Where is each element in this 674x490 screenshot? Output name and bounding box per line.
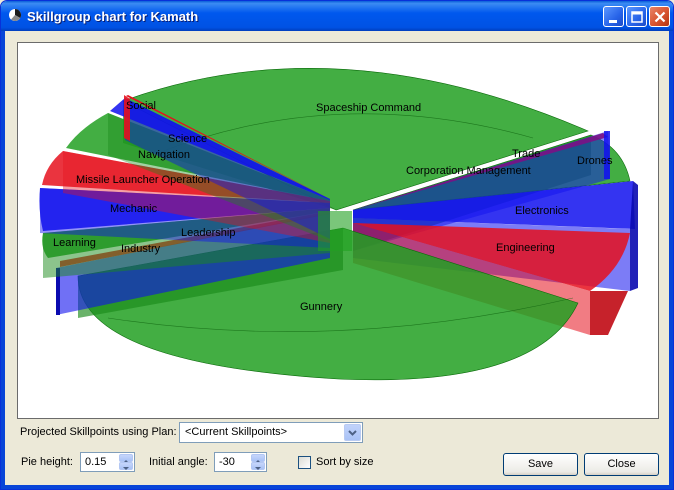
minimize-icon [609, 20, 617, 23]
pie-chart: Spaceship Command Corporation Management… [39, 68, 638, 381]
close-icon [654, 11, 666, 23]
label-missile-launcher-operation: Missile Launcher Operation [76, 174, 210, 186]
label-gunnery: Gunnery [300, 301, 343, 313]
initial-angle-down-button[interactable] [251, 462, 265, 470]
window-title: Skillgroup chart for Kamath [27, 9, 199, 24]
label-mechanic: Mechanic [110, 203, 158, 215]
label-science: Science [168, 133, 207, 145]
label-leadership: Leadership [181, 227, 235, 239]
arrow-down-icon [123, 467, 129, 470]
label-industry: Industry [121, 243, 161, 255]
arrow-down-icon [255, 467, 261, 470]
close-window-button[interactable] [649, 6, 670, 27]
sort-by-size-checkbox[interactable] [298, 456, 311, 469]
window-border-left [1, 31, 5, 489]
pie-height-down-button[interactable] [119, 462, 133, 470]
minimize-button[interactable] [603, 6, 624, 27]
label-navigation: Navigation [138, 149, 190, 161]
pie-chart-area: Spaceship Command Corporation Management… [17, 42, 659, 419]
maximize-button[interactable] [626, 6, 647, 27]
plan-dropdown-button[interactable] [344, 424, 361, 441]
label-electronics: Electronics [515, 205, 569, 217]
close-button[interactable]: Close [584, 453, 659, 476]
label-spaceship-command: Spaceship Command [316, 102, 421, 114]
plan-selected-value: <Current Skillpoints> [185, 426, 288, 438]
pie-height-up-button[interactable] [119, 454, 133, 463]
pie-height-stepper[interactable]: 0.15 [80, 452, 135, 472]
label-drones: Drones [577, 155, 613, 167]
initial-angle-value: -30 [219, 456, 235, 468]
pie-height-label: Pie height: [21, 456, 73, 468]
save-button[interactable]: Save [503, 453, 578, 476]
chevron-down-icon [348, 430, 357, 436]
label-social: Social [126, 100, 156, 112]
skillgroup-chart-window: Skillgroup chart for Kamath Spaceship Co… [0, 0, 674, 490]
plan-dropdown[interactable]: <Current Skillpoints> [179, 422, 363, 443]
initial-angle-label: Initial angle: [149, 456, 208, 468]
maximize-icon [631, 11, 643, 23]
label-corporation-management: Corporation Management [406, 165, 531, 177]
label-engineering: Engineering [496, 242, 555, 254]
window-border-bottom [1, 485, 673, 489]
pie-center [318, 211, 352, 251]
initial-angle-up-button[interactable] [251, 454, 265, 463]
initial-angle-stepper[interactable]: -30 [214, 452, 267, 472]
label-trade: Trade [512, 148, 540, 160]
title-bar[interactable]: Skillgroup chart for Kamath [1, 1, 673, 31]
window-border-right [669, 31, 673, 489]
plan-label: Projected Skillpoints using Plan: [20, 426, 177, 438]
slice-engineering-side [590, 291, 628, 335]
sort-by-size-label[interactable]: Sort by size [316, 456, 373, 468]
pie-height-value: 0.15 [85, 456, 107, 468]
pie-shapes [39, 68, 638, 381]
label-learning: Learning [53, 237, 96, 249]
app-icon [9, 8, 22, 22]
